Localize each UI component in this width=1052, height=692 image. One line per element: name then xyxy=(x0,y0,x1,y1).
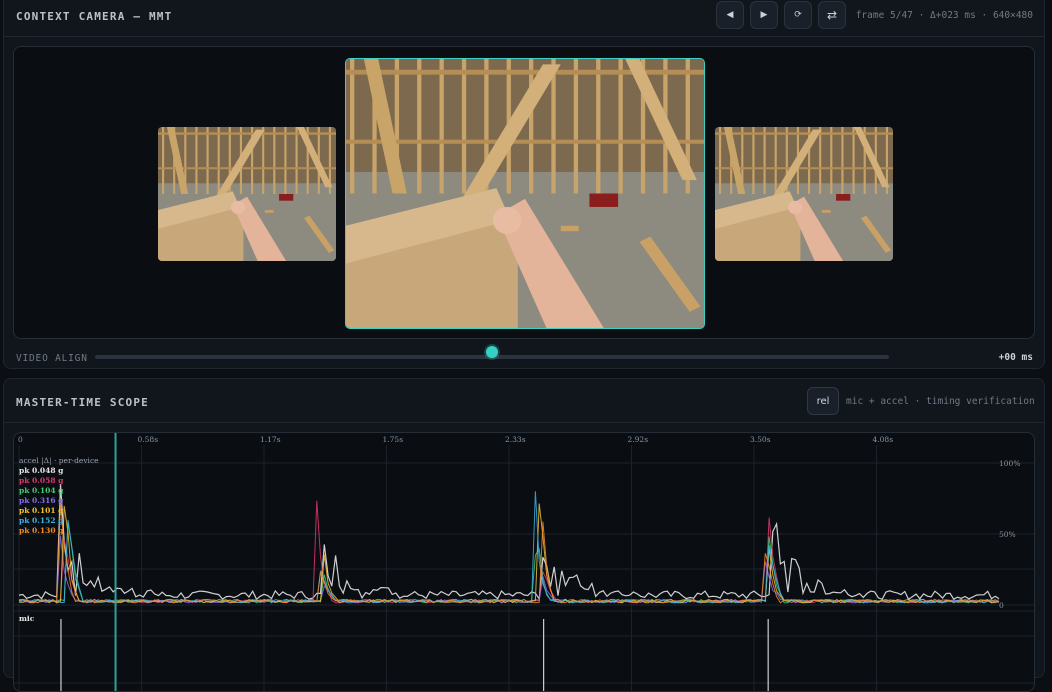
refresh-icon: ⟳ xyxy=(794,10,802,20)
scope-subtitle: mic + accel · timing verification xyxy=(846,396,1035,407)
peak-label: pk 0.058 g xyxy=(19,476,64,485)
x-tick-label: 0.58s xyxy=(138,435,159,444)
triangle-right-icon: ▶ xyxy=(760,10,768,20)
master-time-scope-panel: MASTER-TIME SCOPE rel mic + accel · timi… xyxy=(3,378,1045,692)
peak-label: pk 0.130 g xyxy=(19,526,64,535)
next-frame-thumbnail[interactable] xyxy=(715,127,893,261)
previous-frame-thumbnail[interactable] xyxy=(158,127,336,261)
frame-info: frame 5/47 · Δ+023 ms · 640×480 xyxy=(855,10,1033,21)
scope-chart: 0 0.58s 1.17s 1.75s 2.33s 2.92s 3.50s 4.08s 100%… xyxy=(14,433,1034,691)
scope-panel-title: MASTER-TIME SCOPE xyxy=(16,396,149,409)
x-tick-label: 4.08s xyxy=(873,435,894,444)
frame-viewer xyxy=(13,46,1035,339)
video-align-value: +00 ms xyxy=(998,352,1033,363)
rel-toggle-button[interactable]: rel xyxy=(807,387,839,415)
x-tick-label: 1.75s xyxy=(383,435,404,444)
prev-frame-button[interactable]: ◀ xyxy=(716,1,744,29)
peak-label: pk 0.104 g xyxy=(19,486,64,495)
peak-label: pk 0.316 g xyxy=(19,496,64,505)
x-tick-label: 2.33s xyxy=(505,435,526,444)
swap-arrows-icon: ⇄ xyxy=(826,8,838,22)
peak-label: pk 0.101 g xyxy=(19,506,64,515)
y-axis-label: 100% xyxy=(999,459,1020,468)
x-tick-label: 3.50s xyxy=(750,435,771,444)
y-axis-label: 0 xyxy=(999,601,1004,610)
header-divider xyxy=(4,36,1044,37)
swap-button[interactable]: ⇄ xyxy=(818,1,846,29)
scope-plot[interactable]: 0 0.58s 1.17s 1.75s 2.33s 2.92s 3.50s 4.08s 100%… xyxy=(13,432,1035,692)
camera-panel-title: CONTEXT CAMERA — MMT xyxy=(16,10,173,23)
x-tick-label: 2.92s xyxy=(628,435,649,444)
peak-label: pk 0.048 g xyxy=(19,466,64,475)
triangle-left-icon: ◀ xyxy=(726,10,734,20)
context-camera-panel: CONTEXT CAMERA — MMT ◀ ▶ ⟳ ⇄ frame 5/47 … xyxy=(3,0,1045,369)
next-frame-button[interactable]: ▶ xyxy=(750,1,778,29)
reset-button[interactable]: ⟳ xyxy=(784,1,812,29)
peak-label: pk 0.152 g xyxy=(19,516,64,525)
current-frame-image xyxy=(345,58,705,329)
mic-label: mic xyxy=(19,614,35,623)
x-tick-label: 0 xyxy=(18,435,23,444)
accel-label: accel |Δ| · per-device xyxy=(19,456,99,465)
header-divider xyxy=(4,422,1044,423)
x-tick-label: 1.17s xyxy=(260,435,281,444)
video-align-label: VIDEO ALIGN xyxy=(16,353,88,364)
video-align-slider-handle[interactable] xyxy=(486,346,498,358)
y-axis-label: 50% xyxy=(999,530,1016,539)
